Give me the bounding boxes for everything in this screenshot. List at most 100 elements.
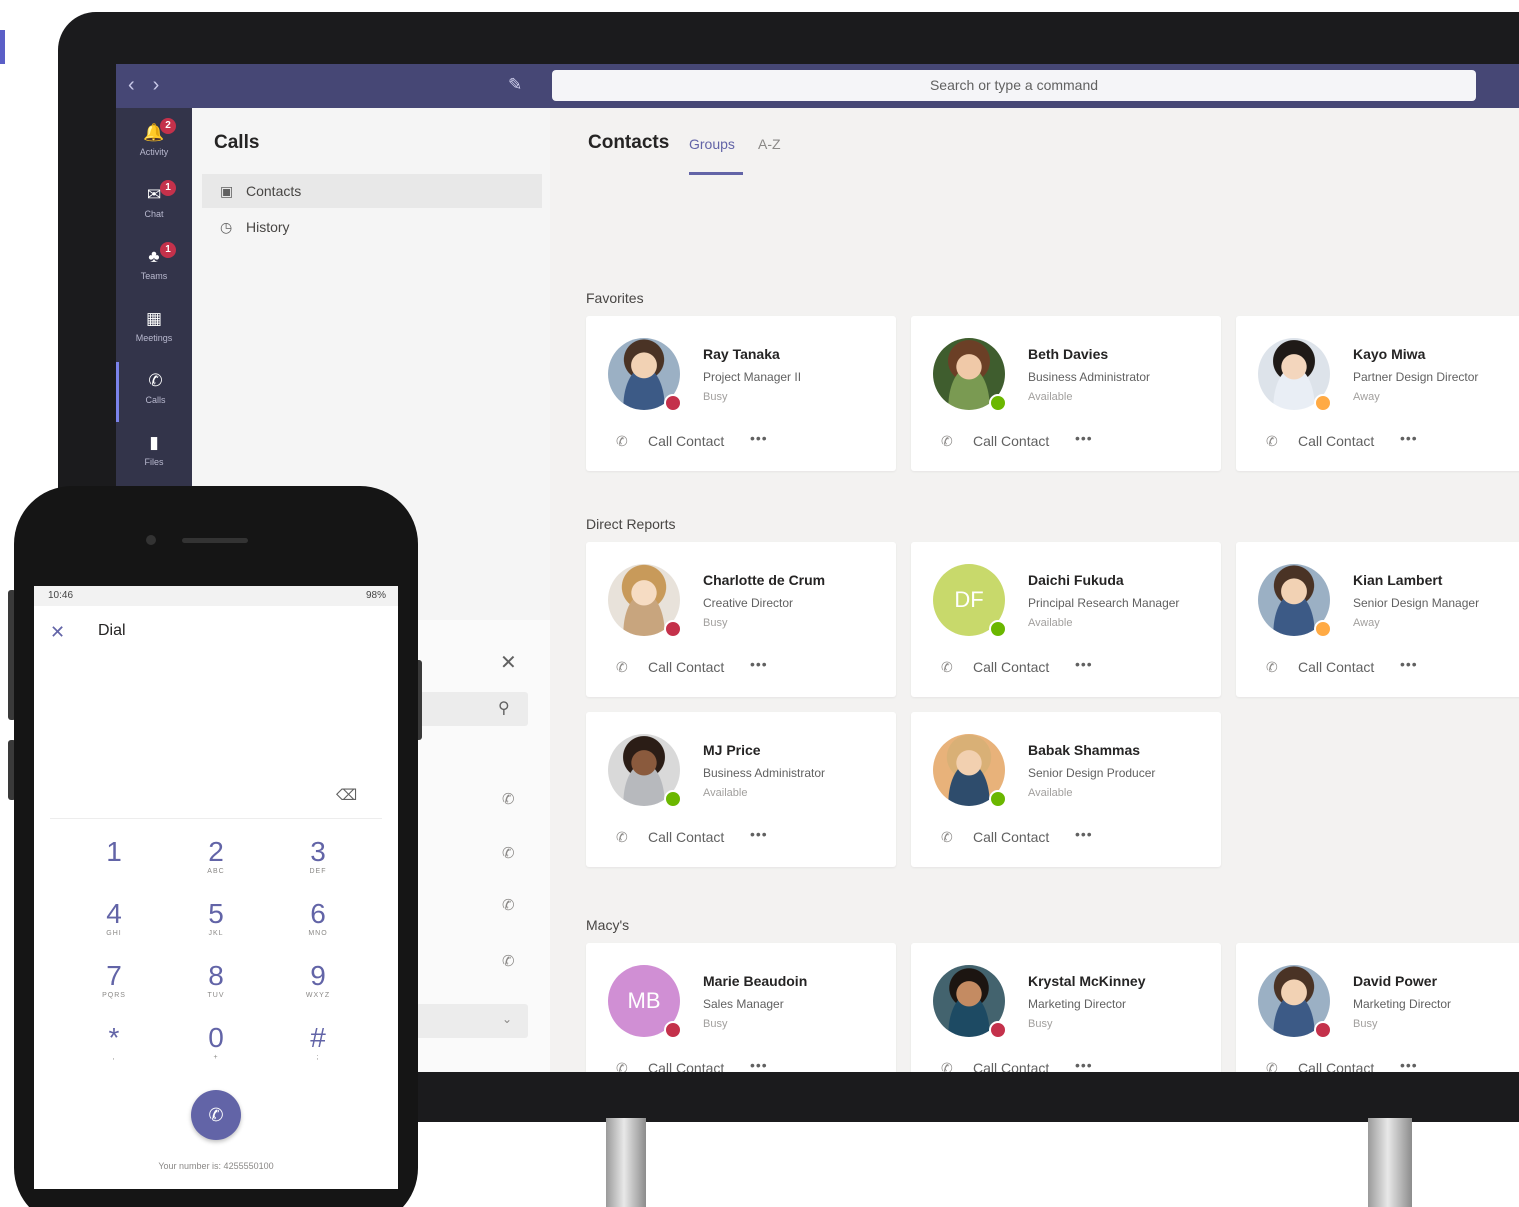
call-contact-button[interactable]: ✆ Call Contact xyxy=(941,829,1049,846)
call-contact-button[interactable]: ✆ Call Contact xyxy=(941,659,1049,676)
phone-icon: ✆ xyxy=(616,1060,628,1072)
phone-icon: ✆ xyxy=(1266,433,1278,449)
contact-title: Creative Director xyxy=(703,596,794,610)
more-options-icon[interactable]: ••• xyxy=(750,1057,768,1072)
contact-title: Sales Manager xyxy=(703,997,784,1011)
chevron-down-icon[interactable]: ⌄ xyxy=(502,1012,512,1026)
presence-icon xyxy=(664,790,682,808)
more-options-icon[interactable]: ••• xyxy=(1075,656,1093,672)
dial-key[interactable]: *, xyxy=(74,1022,154,1064)
contact-status: Away xyxy=(1353,391,1380,403)
phone-icon[interactable]: ✆ xyxy=(502,844,515,862)
phone-icon[interactable]: ✆ xyxy=(502,790,515,808)
more-options-icon[interactable]: ••• xyxy=(1400,656,1418,672)
more-options-icon[interactable]: ••• xyxy=(750,656,768,672)
contact-card[interactable]: Kian Lambert Senior Design Manager Away ✆ Ca… xyxy=(1236,542,1519,697)
history-icon: ◷ xyxy=(220,219,233,235)
compose-icon[interactable]: ✎ xyxy=(508,75,528,95)
presence-icon xyxy=(1314,1021,1332,1039)
close-icon[interactable]: ✕ xyxy=(50,622,65,643)
phone-icon[interactable]: ✆ xyxy=(502,896,515,914)
presence-icon xyxy=(989,620,1007,638)
dial-key[interactable]: 8 TUV xyxy=(176,960,256,1002)
dial-key[interactable]: 9 WXYZ xyxy=(278,960,358,1002)
notification-badge: 2 xyxy=(160,118,176,134)
more-options-icon[interactable]: ••• xyxy=(750,430,768,446)
back-icon[interactable]: ‹ xyxy=(128,74,153,96)
more-options-icon[interactable]: ••• xyxy=(1075,1057,1093,1072)
rail-item-teams[interactable]: ♣ Teams 1 xyxy=(116,238,192,298)
call-contact-button[interactable]: ✆ Call Contact xyxy=(616,829,724,846)
contact-card[interactable]: Krystal McKinney Marketing Director Busy ✆ C… xyxy=(911,943,1221,1072)
phone-icon[interactable]: ✆ xyxy=(502,952,515,970)
contact-title: Project Manager II xyxy=(703,370,802,384)
nav-item-history[interactable]: ◷ History xyxy=(202,210,542,244)
contact-card[interactable]: Charlotte de Crum Creative Director Busy ✆ C… xyxy=(586,542,896,697)
dial-key[interactable]: 3 DEF xyxy=(278,836,358,878)
rail-item-chat[interactable]: ✉ Chat 1 xyxy=(116,176,192,236)
call-contact-button[interactable]: ✆ Call Contact xyxy=(616,1060,724,1072)
rail-item-meetings[interactable]: ▦ Meetings xyxy=(116,300,192,360)
contact-name: David Power xyxy=(1353,973,1438,989)
contact-card[interactable]: David Power Marketing Director Busy ✆ Call C… xyxy=(1236,943,1519,1072)
forward-icon[interactable]: › xyxy=(153,74,178,96)
backspace-icon[interactable]: ⌫ xyxy=(336,786,357,804)
tab-a-z[interactable]: A-Z xyxy=(758,136,781,152)
contacts-icon: ▣ xyxy=(220,183,234,199)
rail-item-label: Teams xyxy=(140,271,168,281)
contact-card[interactable]: Beth Davies Business Administrator Availab… xyxy=(911,316,1221,471)
more-options-icon[interactable]: ••• xyxy=(1400,430,1418,446)
call-contact-label: Call Contact xyxy=(1298,433,1375,449)
dial-key[interactable]: 0 + xyxy=(176,1022,256,1064)
call-contact-button[interactable]: ✆ Call Contact xyxy=(616,659,724,676)
search-input[interactable]: Search or type a command xyxy=(552,70,1476,101)
rail-item-label: Activity xyxy=(139,147,169,157)
rail-item-files[interactable]: ▮ Files xyxy=(116,424,192,484)
contact-name: Charlotte de Crum xyxy=(703,572,826,588)
rail-item-label: Chat xyxy=(144,209,164,219)
file-icon: ▮ xyxy=(149,433,159,452)
more-options-icon[interactable]: ••• xyxy=(1075,430,1093,446)
more-options-icon[interactable]: ••• xyxy=(750,826,768,842)
call-contact-button[interactable]: ✆ Call Contact xyxy=(941,433,1049,450)
dial-key-digit: 7 xyxy=(106,960,122,991)
more-options-icon[interactable]: ••• xyxy=(1075,826,1093,842)
dialer-search-input[interactable] xyxy=(416,692,528,726)
presence-icon xyxy=(664,1021,682,1039)
contact-title: Principal Research Manager xyxy=(1028,596,1180,610)
call-contact-button[interactable]: ✆ Call Contact xyxy=(1266,1060,1374,1072)
dial-key-digit: 0 xyxy=(208,1022,224,1053)
contact-card[interactable]: MJ Price Business Administrator Available ✆… xyxy=(586,712,896,867)
contact-card[interactable]: Kayo Miwa Partner Design Director Away ✆ Cal… xyxy=(1236,316,1519,471)
contact-status: Available xyxy=(1028,391,1073,403)
close-icon[interactable]: ✕ xyxy=(500,650,517,675)
nav-item-label: History xyxy=(246,219,290,235)
call-contact-button[interactable]: ✆ Call Contact xyxy=(1266,659,1374,676)
tab-groups[interactable]: Groups xyxy=(689,136,735,152)
rail-item-activity[interactable]: 🔔 Activity 2 xyxy=(116,114,192,174)
more-options-icon[interactable]: ••• xyxy=(1400,1057,1418,1072)
rail-item-calls[interactable]: ✆ Calls xyxy=(116,362,192,422)
dial-key[interactable]: 4 GHI xyxy=(74,898,154,940)
dial-key[interactable]: 6 MNO xyxy=(278,898,358,940)
dial-key[interactable]: #; xyxy=(278,1022,358,1064)
contact-card[interactable]: DF Daichi Fukuda Principal Research Manage… xyxy=(911,542,1221,697)
dial-key-digit: 6 xyxy=(310,898,326,929)
dial-key-letters: ABC xyxy=(207,868,225,875)
call-contact-button[interactable]: ✆ Call Contact xyxy=(941,1060,1049,1072)
title-bar: ‹› ✎ Search or type a command xyxy=(116,64,1519,108)
dial-key[interactable]: 1 xyxy=(74,836,154,878)
call-contact-button[interactable]: ✆ Call Contact xyxy=(616,433,724,450)
contact-card[interactable]: MB Marie Beaudoin Sales Manager Busy ✆ Call C… xyxy=(586,943,896,1072)
contact-card[interactable]: Babak Shammas Senior Design Producer Avail… xyxy=(911,712,1221,867)
status-time: 10:46 xyxy=(48,590,74,601)
dial-key[interactable]: 5 JKL xyxy=(176,898,256,940)
dial-key[interactable]: 2 ABC xyxy=(176,836,256,878)
nav-item-contacts[interactable]: ▣ Contacts xyxy=(202,174,542,208)
contact-title: Senior Design Manager xyxy=(1353,596,1480,610)
search-icon[interactable]: ⚲ xyxy=(498,698,510,718)
call-contact-button[interactable]: ✆ Call Contact xyxy=(1266,433,1374,450)
contact-card[interactable]: Ray Tanaka Project Manager II Busy ✆ Call Co… xyxy=(586,316,896,471)
call-button[interactable]: ✆ xyxy=(191,1090,241,1140)
dial-key[interactable]: 7 PQRS xyxy=(74,960,154,1002)
